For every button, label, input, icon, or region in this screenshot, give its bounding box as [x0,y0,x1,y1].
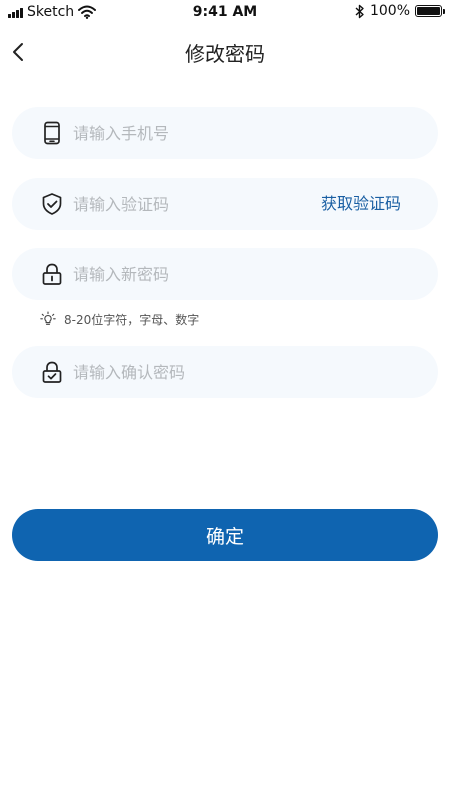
nav-bar: 修改密码 [0,28,450,76]
shield-check-icon [42,193,62,215]
confirm-password-input[interactable] [73,346,303,398]
lock-check-icon [42,361,62,383]
new-password-field [12,248,438,300]
battery-percent: 100% [369,3,410,19]
status-right: 100% [355,3,445,19]
bluetooth-icon [355,4,364,18]
confirm-button[interactable]: 确定 [12,509,438,561]
battery-icon [415,5,445,17]
password-hint: 8-20位字符，字母、数字 [40,309,199,329]
new-password-input[interactable] [73,248,303,300]
page-title: 修改密码 [185,42,265,66]
status-bar: Sketch 9:41 AM 100% [0,0,450,24]
phone-field [12,107,438,159]
code-input[interactable] [73,178,303,230]
phone-input[interactable] [73,107,303,159]
get-code-button[interactable]: 获取验证码 [321,178,401,230]
hint-text: 8-20位字符，字母、数字 [64,312,200,327]
lightbulb-icon [40,311,56,325]
code-field: 获取验证码 [12,178,438,230]
confirm-password-field [12,346,438,398]
lock-icon [42,263,62,285]
phone-icon [44,121,60,145]
